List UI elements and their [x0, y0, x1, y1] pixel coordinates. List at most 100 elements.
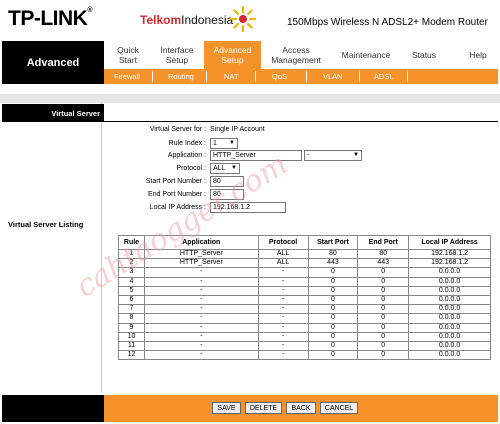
- model-name: 150Mbps Wireless N ADSL2+ Modem Router: [287, 17, 488, 28]
- table-cell: 0: [307, 313, 359, 324]
- subtab-adsl[interactable]: ADSL: [374, 69, 394, 84]
- col-local-ip: Local IP Address: [408, 235, 491, 250]
- heading-divider: [104, 121, 498, 122]
- col-end-port: End Port: [357, 235, 410, 250]
- table-cell: -: [143, 267, 259, 278]
- table-cell: 443: [357, 258, 410, 269]
- tplink-logo: TP-LINK®: [8, 7, 92, 30]
- table-cell: 192.168.1.2: [408, 258, 491, 269]
- subtab-routing[interactable]: Routing: [168, 69, 194, 84]
- table-cell: 6: [118, 294, 145, 306]
- table-row: 11- -0 0 0.0.0.0: [118, 340, 491, 352]
- vs-for-value: Single IP Account: [210, 126, 265, 133]
- table-row: 7- -0 0 0.0.0.0: [118, 304, 491, 315]
- table-cell: 11: [118, 340, 145, 352]
- cancel-button[interactable]: CANCEL: [320, 402, 358, 414]
- col-start-port: Start Port: [307, 235, 359, 250]
- table-row: 2 HTTP_Server ALL 443 443 192.168.1.2: [118, 258, 491, 269]
- table-cell: 0: [307, 322, 359, 333]
- table-cell: -: [143, 340, 259, 352]
- subtab-nat[interactable]: NAT: [224, 69, 238, 84]
- table-cell: 0: [307, 294, 359, 306]
- table-cell: ALL: [257, 248, 309, 260]
- save-button[interactable]: SAVE: [212, 402, 241, 414]
- table-cell: -: [257, 331, 309, 342]
- table-row: 6- -0 0 0.0.0.0: [118, 294, 491, 306]
- col-protocol: Protocol: [257, 235, 309, 250]
- table-cell: 9: [118, 322, 145, 333]
- table-cell: 0.0.0.0: [408, 350, 491, 361]
- table-cell: 0: [357, 294, 410, 306]
- table-row: 3- -0 0 0.0.0.0: [118, 267, 491, 278]
- footer-left: [2, 395, 104, 422]
- table-row: 10- -0 0 0.0.0.0: [118, 331, 491, 342]
- table-row: 9- -0 0 0.0.0.0: [118, 322, 491, 333]
- sidebar: [2, 103, 102, 393]
- table-cell: 0: [307, 276, 359, 287]
- protocol-label: Protocol :: [176, 165, 206, 172]
- virtual-server-table: Rule Application Protocol Start Port End…: [118, 235, 491, 361]
- table-cell: 0: [357, 285, 410, 296]
- table-cell: -: [257, 276, 309, 287]
- table-cell: 0: [357, 276, 410, 287]
- tab-help[interactable]: Help: [460, 41, 496, 69]
- tab-access-management[interactable]: Access Management: [266, 41, 326, 69]
- table-row: 8- -0 0 0.0.0.0: [118, 313, 491, 324]
- tab-quick-start[interactable]: Quick Start: [108, 41, 148, 69]
- tab-advanced-setup[interactable]: Advanced Setup: [204, 41, 261, 69]
- table-cell: 0: [357, 322, 410, 333]
- table-cell: 443: [307, 258, 359, 269]
- table-cell: -: [143, 285, 259, 296]
- table-cell: 8: [118, 313, 145, 324]
- table-cell: 0: [307, 267, 359, 278]
- table-cell: 0.0.0.0: [408, 304, 491, 315]
- table-row: 12- -0 0 0.0.0.0: [118, 350, 491, 361]
- table-cell: -: [257, 285, 309, 296]
- table-cell: -: [257, 340, 309, 352]
- subtab-vlan[interactable]: VLAN: [323, 69, 343, 84]
- table-cell: HTTP_Server: [143, 258, 259, 269]
- table-cell: 5: [118, 285, 145, 296]
- tab-interface-setup[interactable]: Interface Setup: [152, 41, 202, 69]
- table-cell: 12: [118, 350, 145, 361]
- tab-maintenance[interactable]: Maintenance: [334, 41, 398, 69]
- delete-button[interactable]: DELETE: [245, 402, 282, 414]
- table-cell: 0: [357, 313, 410, 324]
- table-cell: 0.0.0.0: [408, 331, 491, 342]
- table-cell: 0: [357, 331, 410, 342]
- table-cell: -: [257, 294, 309, 306]
- table-cell: 0.0.0.0: [408, 322, 491, 333]
- table-cell: -: [257, 304, 309, 315]
- table-cell: -: [143, 322, 259, 333]
- table-cell: -: [143, 276, 259, 287]
- table-cell: 0: [307, 331, 359, 342]
- application-select[interactable]: - ▼: [304, 150, 362, 161]
- table-cell: 0: [357, 304, 410, 315]
- table-cell: 0: [307, 304, 359, 315]
- table-cell: -: [143, 304, 259, 315]
- table-cell: 7: [118, 304, 145, 315]
- table-cell: 80: [357, 248, 410, 260]
- back-button[interactable]: BACK: [286, 402, 316, 414]
- table-cell: -: [143, 331, 259, 342]
- table-cell: -: [143, 313, 259, 324]
- subtab-firewall[interactable]: Firewall: [114, 69, 140, 84]
- virtual-server-listing-heading: Virtual Server Listing: [8, 220, 84, 229]
- table-cell: 0.0.0.0: [408, 313, 491, 324]
- sub-nav: Firewall Routing NAT QoS VLAN ADSL: [104, 69, 498, 84]
- section-title: Advanced: [2, 41, 104, 84]
- table-cell: 0: [357, 350, 410, 361]
- table-cell: 0.0.0.0: [408, 294, 491, 306]
- table-cell: -: [143, 350, 259, 361]
- table-cell: -: [257, 267, 309, 278]
- table-cell: 0: [307, 350, 359, 361]
- table-cell: 10: [118, 331, 145, 342]
- table-cell: -: [257, 322, 309, 333]
- rule-index-select[interactable]: 1 ▼: [210, 138, 238, 149]
- main-nav: Quick Start Interface Setup Advanced Set…: [104, 41, 498, 69]
- virtual-server-heading: Virtual Server: [2, 104, 104, 122]
- table-cell: 80: [307, 248, 359, 260]
- table-cell: 0.0.0.0: [408, 285, 491, 296]
- subtab-qos[interactable]: QoS: [272, 69, 287, 84]
- tab-status[interactable]: Status: [402, 41, 446, 69]
